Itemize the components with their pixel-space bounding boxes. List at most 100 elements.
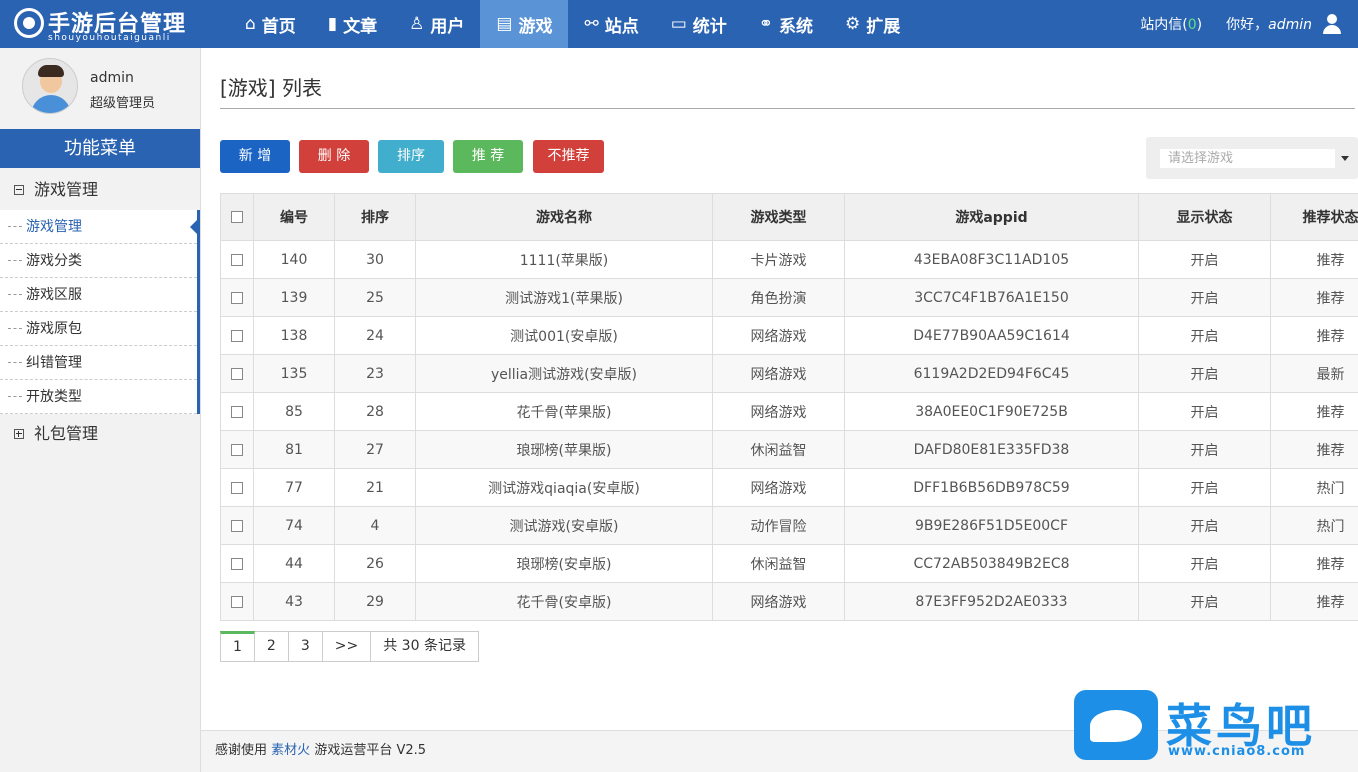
share-icon: ⚯ (584, 14, 599, 34)
sidebar-item-game-server[interactable]: 游戏区服 (0, 278, 197, 312)
nav-users[interactable]: ♙ 用户 (393, 0, 480, 48)
nav-sites[interactable]: ⚯ 站点 (568, 0, 654, 48)
table-row[interactable]: 74 4 测试游戏(安卓版) 动作冒险 9B9E286F51D5E00CF 开启 热门 (220, 506, 1358, 545)
row-checkbox[interactable] (231, 405, 243, 418)
watermark-url: www.cniao8.com (1168, 744, 1306, 759)
avatar (22, 58, 78, 114)
table-row[interactable]: 44 26 琅琊榜(安卓版) 休闲益智 CC72AB503849B2EC8 开启 推荐 (220, 544, 1358, 583)
sidebar-item-game-package[interactable]: 游戏原包 (0, 312, 197, 346)
select-all-checkbox[interactable] (231, 211, 243, 223)
game-select-wrapper: 请选择游戏 (1146, 137, 1358, 179)
column-header[interactable]: 编号 (253, 193, 335, 241)
sidebar-item-game-category[interactable]: 游戏分类 (0, 244, 197, 278)
main-nav: ⌂ 首页 ▮ 文章 ♙ 用户 ▤ 游戏 ⚯ 站点 ▭ 统计 ⚭ 系统 ⚙ 扩展 (229, 0, 916, 48)
page-3-button[interactable]: 3 (288, 631, 323, 662)
row-checkbox[interactable] (231, 481, 243, 494)
sidebar-item-error-management[interactable]: 纠错管理 (0, 346, 197, 380)
recommend-button[interactable]: 推 荐 (453, 140, 523, 173)
delete-button[interactable]: 删 除 (299, 140, 369, 173)
table-cell: 推荐 (1270, 316, 1358, 355)
row-checkbox[interactable] (231, 367, 243, 380)
table-row[interactable]: 140 30 1111(苹果版) 卡片游戏 43EBA08F3C11AD105 开启 推荐 (220, 240, 1358, 279)
table-cell: 网络游戏 (712, 468, 845, 507)
next-page-button[interactable]: >> (322, 631, 372, 662)
sidebar-group-gift-management[interactable]: 礼包管理 (0, 416, 200, 452)
footer-prefix: 感谢使用 (215, 743, 268, 758)
table-cell: 140 (253, 240, 335, 279)
table-cell: 测试001(安卓版) (415, 316, 713, 355)
watermark: 菜鸟吧 www.cniao8.com (1072, 688, 1352, 766)
page-2-button[interactable]: 2 (254, 631, 289, 662)
nav-stats[interactable]: ▭ 统计 (655, 0, 743, 48)
table-cell: 开启 (1138, 544, 1271, 583)
table-cell: 开启 (1138, 240, 1271, 279)
table-cell: 网络游戏 (712, 392, 845, 431)
column-header[interactable]: 显示状态 (1138, 193, 1271, 241)
sidebar-group-game-management[interactable]: 游戏管理 (0, 172, 200, 208)
nav-system[interactable]: ⚭ 系统 (743, 0, 829, 48)
table-cell: 休闲益智 (712, 544, 845, 583)
row-select-cell (220, 506, 254, 545)
column-header[interactable]: 推荐状态 (1270, 193, 1358, 241)
user-icon: ♙ (409, 14, 425, 34)
column-header[interactable]: 游戏类型 (712, 193, 845, 241)
table-cell: 网络游戏 (712, 354, 845, 393)
table-cell: D4E77B90AA59C1614 (844, 316, 1139, 355)
table-cell: 21 (334, 468, 416, 507)
table-cell: 开启 (1138, 582, 1271, 621)
table-row[interactable]: 138 24 测试001(安卓版) 网络游戏 D4E77B90AA59C1614 开启 推荐 (220, 316, 1358, 355)
row-select-cell (220, 240, 254, 279)
sidebar-item-open-type[interactable]: 开放类型 (0, 380, 197, 414)
table-cell: 74 (253, 506, 335, 545)
caret-down-icon[interactable] (1341, 156, 1349, 161)
row-checkbox[interactable] (231, 557, 243, 570)
nav-home[interactable]: ⌂ 首页 (229, 0, 312, 48)
table-cell: 推荐 (1270, 430, 1358, 469)
table-cell: 开启 (1138, 354, 1271, 393)
table-cell: 琅琊榜(安卓版) (415, 544, 713, 583)
row-select-cell (220, 354, 254, 393)
table-cell: 135 (253, 354, 335, 393)
column-header[interactable]: 游戏名称 (415, 193, 713, 241)
table-row[interactable]: 81 27 琅琊榜(苹果版) 休闲益智 DAFD80E81E335FD38 开启 推荐 (220, 430, 1358, 469)
bird-shape (1090, 710, 1142, 742)
table-cell: 测试游戏qiaqia(安卓版) (415, 468, 713, 507)
table-row[interactable]: 139 25 测试游戏1(苹果版) 角色扮演 3CC7C4F1B76A1E150 开启 推荐 (220, 278, 1358, 317)
row-checkbox[interactable] (231, 519, 243, 532)
row-select-cell (220, 430, 254, 469)
row-checkbox[interactable] (231, 253, 243, 266)
unrecommend-button[interactable]: 不推荐 (533, 140, 604, 173)
nav-label: 统计 (692, 16, 727, 37)
table-cell: 29 (334, 582, 416, 621)
game-select[interactable]: 请选择游戏 (1160, 149, 1335, 168)
column-header[interactable]: 游戏appid (844, 193, 1139, 241)
sort-button[interactable]: 排序 (378, 140, 444, 173)
page-1-button[interactable]: 1 (220, 631, 255, 662)
footer-suffix: 游戏运营平台 V2.5 (314, 743, 427, 758)
row-checkbox[interactable] (231, 291, 243, 304)
table-row[interactable]: 85 28 花千骨(苹果版) 网络游戏 38A0EE0C1F90E725B 开启 推荐 (220, 392, 1358, 431)
column-header[interactable]: 排序 (334, 193, 416, 241)
add-button[interactable]: 新 增 (220, 140, 290, 173)
logo[interactable]: 手游后台管理 shouyouhoutaiguanli (14, 4, 204, 44)
table-cell: 4 (334, 506, 416, 545)
table-cell: 85 (253, 392, 335, 431)
table-cell: 热门 (1270, 468, 1358, 507)
table-row[interactable]: 43 29 花千骨(安卓版) 网络游戏 87E3FF952D2AE0333 开启 推荐 (220, 582, 1358, 621)
nav-extensions[interactable]: ⚙ 扩展 (829, 0, 916, 48)
table-row[interactable]: 77 21 测试游戏qiaqia(安卓版) 网络游戏 DFF1B6B56DB978C59… (220, 468, 1358, 507)
row-checkbox[interactable] (231, 443, 243, 456)
footer-link[interactable]: 素材火 (271, 743, 310, 758)
table-row[interactable]: 135 23 yellia测试游戏(安卓版) 网络游戏 6119A2D2ED94F6C4… (220, 354, 1358, 393)
header-user-area: 站内信(0) 你好，admin (1140, 0, 1342, 48)
row-checkbox[interactable] (231, 329, 243, 342)
table-cell: 推荐 (1270, 240, 1358, 279)
nav-games[interactable]: ▤ 游戏 (480, 0, 569, 48)
pagination: 1 2 3 >> 共 30 条记录 (220, 631, 479, 662)
row-checkbox[interactable] (231, 595, 243, 608)
user-avatar-icon[interactable] (1322, 14, 1342, 34)
bar-chart-icon: ▮ (327, 14, 338, 34)
inbox-link[interactable]: 站内信(0) (1140, 14, 1202, 34)
nav-articles[interactable]: ▮ 文章 (312, 0, 393, 48)
sidebar-item-game-management[interactable]: 游戏管理 (0, 210, 200, 244)
